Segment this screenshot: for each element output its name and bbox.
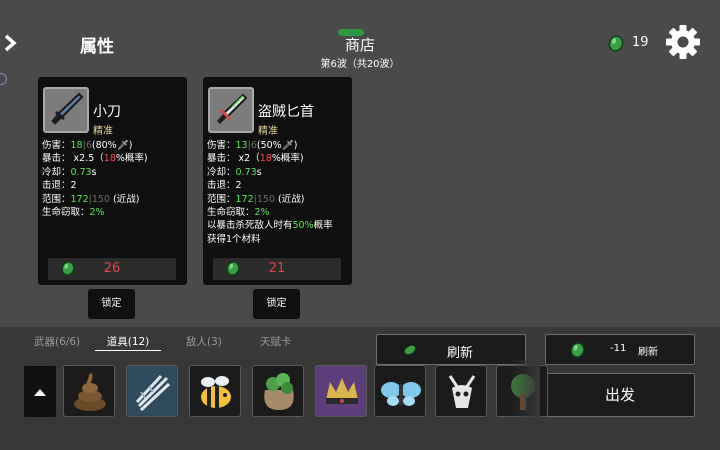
item-tag: 精准 xyxy=(258,126,278,137)
start-wave-button[interactable]: 出发 xyxy=(545,373,695,417)
refresh-label: 刷新 xyxy=(447,346,474,361)
side-indicator xyxy=(0,73,7,85)
sword-mini-icon: 🗡) xyxy=(281,140,298,151)
item-name: 小刀 xyxy=(93,104,121,120)
item-tag: 精准 xyxy=(93,126,113,137)
inventory-slot-butterfly[interactable] xyxy=(374,365,426,417)
buy-price-button[interactable]: 26 xyxy=(48,258,176,280)
sword-mini-icon: 🗡) xyxy=(116,140,133,151)
shop-item-card[interactable]: 盗贼匕首 精准 伤害：13|6(50%🗡) 暴击： x2（18%概率) 冷却：0… xyxy=(203,77,352,285)
item-name: 盗贼匕首 xyxy=(258,104,314,120)
poop-icon xyxy=(74,372,106,411)
scroll-up-button[interactable] xyxy=(24,366,56,417)
refresh-cost-label: 刷新 xyxy=(638,347,658,358)
material-coin-icon xyxy=(570,342,585,358)
shop-item-card[interactable]: 小刀 精准 伤害：18|6(80%🗡) 暴击： x2.5（18%概率) 冷却：0… xyxy=(38,77,187,285)
inventory-slot-herb-sack[interactable] xyxy=(252,365,304,417)
settings-gear-icon[interactable] xyxy=(665,24,701,60)
tab-items[interactable]: 道具(12) xyxy=(95,334,161,351)
price-value: 26 xyxy=(103,261,121,276)
lock-button[interactable]: 锁定 xyxy=(253,289,300,319)
inventory-slot-poop[interactable] xyxy=(63,365,115,417)
crown-icon xyxy=(326,378,358,404)
knife-icon xyxy=(43,87,89,133)
triangle-up-icon xyxy=(34,389,46,396)
inventory-slot-skull[interactable] xyxy=(435,365,487,417)
refresh-cost: -11 xyxy=(610,343,627,354)
skull-icon xyxy=(448,375,476,408)
thief-dagger-icon xyxy=(208,87,254,133)
inventory-slot-claw[interactable] xyxy=(126,365,178,417)
inventory-slot-crown[interactable] xyxy=(315,365,367,417)
tab-enemies[interactable]: 敌人(3) xyxy=(186,334,222,349)
money-count: 19 xyxy=(632,35,649,50)
refresh-button[interactable]: 刷新 xyxy=(376,334,526,365)
lock-button[interactable]: 锁定 xyxy=(88,289,135,319)
tab-talent-cards[interactable]: 天赋卡 xyxy=(260,334,292,349)
scroll-fade xyxy=(510,360,540,422)
tab-weapons[interactable]: 武器(6/6) xyxy=(34,334,80,349)
buy-price-button[interactable]: 21 xyxy=(213,258,341,280)
material-pill-icon xyxy=(403,344,417,356)
price-value: 21 xyxy=(268,261,286,276)
claw-icon xyxy=(135,374,171,412)
herb-sack-icon xyxy=(264,373,294,410)
inventory-slot-bee[interactable] xyxy=(189,365,241,417)
bee-icon xyxy=(201,376,231,408)
butterfly-icon xyxy=(381,382,421,406)
material-coin-icon xyxy=(608,35,624,52)
wave-indicator: 第6波（共20波） xyxy=(320,59,400,70)
item-stats: 伤害：18|6(80%🗡) 暴击： x2.5（18%概率) 冷却：0.73s 击… xyxy=(42,140,148,219)
item-stats: 伤害：13|6(50%🗡) 暴击： x2（18%概率) 冷却：0.73s 击退：… xyxy=(207,140,333,245)
paid-refresh-button[interactable]: -11 刷新 xyxy=(545,334,695,365)
